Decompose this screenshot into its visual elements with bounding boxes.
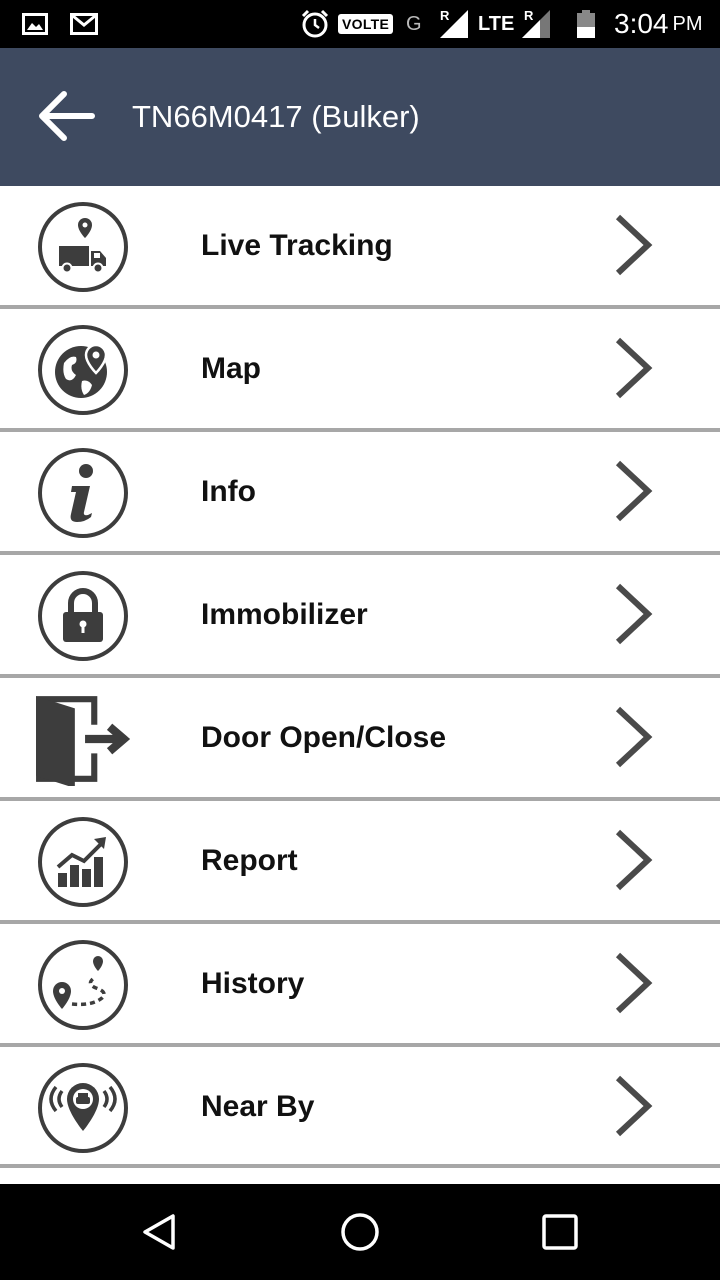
gmail-icon <box>70 0 98 48</box>
menu-item-map[interactable]: Map <box>0 309 720 432</box>
nav-recents-button[interactable] <box>536 1208 584 1256</box>
chevron-right-icon <box>615 1075 653 1137</box>
chevron-right-icon <box>615 829 653 891</box>
volte-badge: VOLTE <box>338 0 394 48</box>
menu-item-label: Door Open/Close <box>201 720 447 754</box>
menu-item-live-tracking[interactable]: Live Tracking <box>0 186 720 309</box>
info-icon <box>38 448 128 538</box>
menu-item-label: Live Tracking <box>201 228 393 262</box>
nearby-taxi-icon <box>38 1063 128 1153</box>
system-navigation-bar <box>0 1184 720 1280</box>
gallery-icon <box>22 0 48 48</box>
signal-icon: R <box>520 0 552 48</box>
chevron-right-icon <box>615 337 653 399</box>
page-title: TN66M0417 (Bulker) <box>132 99 420 134</box>
menu-item-label: Near By <box>201 1089 315 1123</box>
lock-icon <box>38 571 128 661</box>
door-exit-icon <box>36 696 130 786</box>
menu-item-door-open-close[interactable]: Door Open/Close <box>0 678 720 801</box>
app-bar: TN66M0417 (Bulker) <box>0 48 720 186</box>
back-button[interactable] <box>30 84 100 148</box>
nav-back-button[interactable] <box>136 1208 184 1256</box>
menu-item-near-by[interactable]: Near By <box>0 1047 720 1168</box>
alarm-icon <box>300 0 330 48</box>
menu-list: Live Tracking Map Info Immobilizer Door … <box>0 186 720 1168</box>
globe-pin-icon <box>38 325 128 415</box>
battery-icon <box>576 0 596 48</box>
menu-item-immobilizer[interactable]: Immobilizer <box>0 555 720 678</box>
nav-home-icon <box>341 1213 379 1251</box>
roaming-label: R <box>440 8 450 23</box>
lte-label: LTE <box>478 12 515 35</box>
status-bar: VOLTE G R LTE R 3:04 PM <box>0 0 720 48</box>
menu-item-history[interactable]: History <box>0 924 720 1047</box>
menu-item-label: History <box>201 966 305 1000</box>
report-chart-icon <box>38 817 128 907</box>
chevron-right-icon <box>615 583 653 645</box>
signal-icon: R <box>438 0 470 48</box>
menu-item-label: Immobilizer <box>201 597 368 631</box>
chevron-right-icon <box>615 460 653 522</box>
menu-item-info[interactable]: Info <box>0 432 720 555</box>
menu-item-report[interactable]: Report <box>0 801 720 924</box>
clock: 3:04 PM <box>614 8 703 39</box>
arrow-left-icon <box>39 91 95 141</box>
menu-item-label: Map <box>201 351 261 385</box>
truck-location-icon <box>38 202 128 292</box>
nav-home-button[interactable] <box>336 1208 384 1256</box>
menu-item-label: Report <box>201 843 298 877</box>
menu-item-label: Info <box>201 474 256 508</box>
route-history-icon <box>38 940 128 1030</box>
roaming-label: R <box>524 8 534 23</box>
chevron-right-icon <box>615 706 653 768</box>
chevron-right-icon <box>615 952 653 1014</box>
nav-recents-icon <box>542 1214 578 1250</box>
chevron-right-icon <box>615 214 653 276</box>
nav-back-icon <box>143 1214 175 1250</box>
network-type-label: G <box>406 12 422 35</box>
